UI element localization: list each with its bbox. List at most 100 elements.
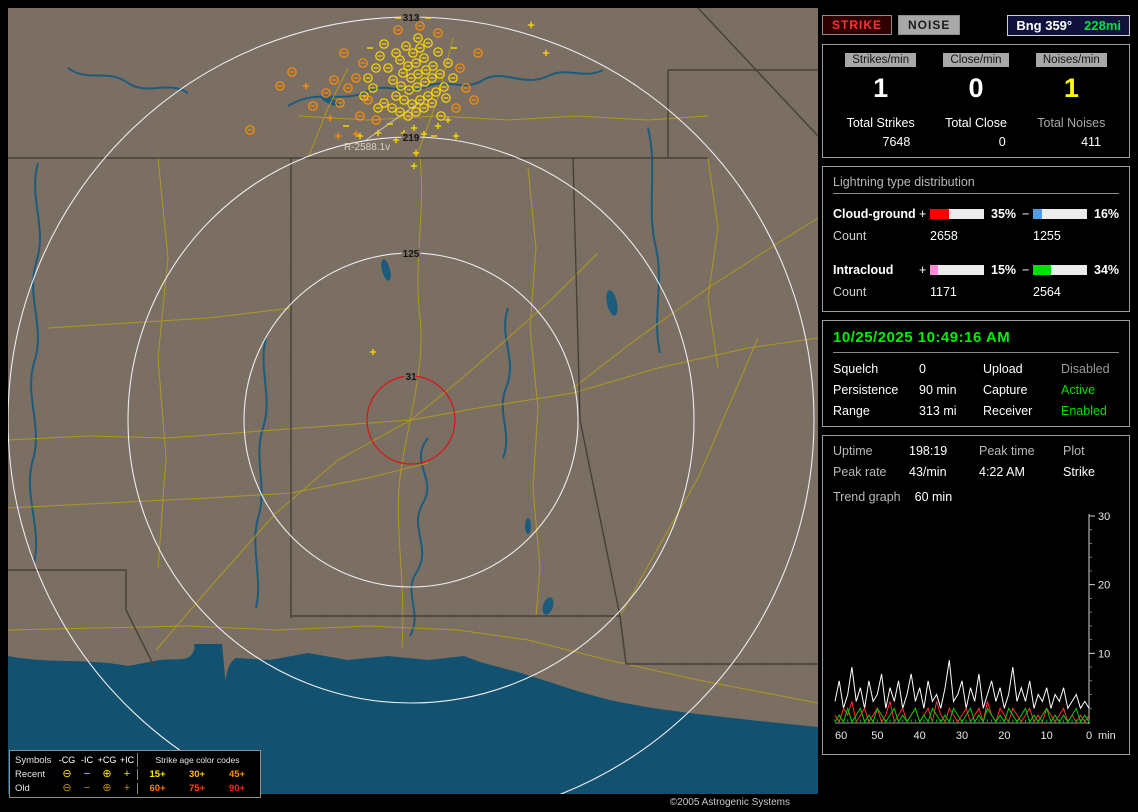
svg-text:30: 30	[1098, 511, 1110, 523]
close-per-min-chip[interactable]: Close/min	[943, 53, 1009, 67]
age-75: 75+	[188, 782, 206, 794]
ic-neg-recent-icon: −	[83, 768, 91, 780]
noises-per-min-chip[interactable]: Noises/min	[1035, 53, 1107, 67]
cg-positive-count: 2658	[930, 229, 958, 243]
total-close-value: 0	[998, 135, 1006, 149]
close-per-min-value: 0	[968, 73, 984, 103]
total-close-label: Total Close	[945, 116, 1007, 130]
cloud-ground-label: Cloud-ground	[833, 207, 916, 221]
peak-rate-value: 43/min	[909, 465, 947, 479]
legend-row-recent: Recent	[15, 768, 46, 780]
strikes-per-min-chip[interactable]: Strikes/min	[845, 53, 917, 67]
noises-per-min-value: 1	[1063, 73, 1079, 103]
capture-label: Capture	[983, 383, 1028, 397]
ic-positive-pct: 15%	[991, 263, 1017, 277]
capture-status: Active	[1061, 383, 1096, 397]
noise-mode-button[interactable]: NOISE	[898, 15, 961, 35]
svg-text:20: 20	[998, 730, 1010, 742]
plot-value: Strike	[1063, 465, 1095, 479]
count-label: Count	[833, 285, 867, 299]
total-noises-label: Total Noises	[1037, 116, 1106, 130]
trend-window-value: 60 min	[914, 490, 953, 504]
upload-status: Disabled	[1061, 362, 1110, 376]
legend-symbols-title: Symbols	[15, 754, 52, 766]
persistence-label: Persistence	[833, 383, 899, 397]
svg-text:10: 10	[1041, 730, 1053, 742]
cg-negative-count: 1255	[1033, 229, 1061, 243]
upload-label: Upload	[983, 362, 1023, 376]
map-legend: Symbols -CG -IC +CG +IC Strike age color…	[9, 750, 261, 798]
total-strikes-label: Total Strikes	[846, 116, 915, 130]
ic-negative-pct: 34%	[1094, 263, 1120, 277]
svg-text:0: 0	[1086, 730, 1092, 742]
svg-text:10: 10	[1098, 648, 1110, 660]
plus-sign: +	[919, 207, 927, 221]
legend-col-cg-neg: -CG	[58, 755, 76, 765]
range-value: 228mi	[1084, 17, 1121, 33]
ic-positive-count: 1171	[930, 285, 957, 299]
status-panel: Uptime 198:19 Peak time Plot Peak rate 4…	[822, 435, 1130, 755]
count-label: Count	[833, 229, 867, 243]
intracloud-label: Intracloud	[833, 263, 894, 277]
svg-text:31: 31	[405, 372, 417, 383]
squelch-value: 0	[919, 362, 926, 376]
side-panel: STRIKE NOISE Bng 359° 228mi Strikes/min …	[822, 0, 1130, 755]
svg-text:min: min	[1098, 730, 1116, 742]
bearing-range-display: Bng 359° 228mi	[1007, 14, 1130, 36]
age-90: 90+	[228, 782, 246, 794]
total-strikes-value: 7648	[882, 135, 911, 149]
ic-neg-old-icon: −	[83, 782, 91, 794]
svg-text:40: 40	[914, 730, 926, 742]
cg-pos-recent-icon: ⊕	[102, 768, 112, 780]
ic-positive-bar	[930, 265, 984, 275]
legend-row-old: Old	[15, 782, 30, 794]
peak-time-value: 4:22 AM	[979, 465, 1025, 479]
cg-positive-pct: 35%	[991, 207, 1017, 221]
receiver-status: Enabled	[1061, 404, 1107, 418]
cg-neg-old-icon: ⊖	[62, 782, 72, 794]
svg-text:30: 30	[956, 730, 968, 742]
strike-mode-button[interactable]: STRIKE	[822, 15, 893, 35]
settings-panel: 10/25/2025 10:49:16 AM Squelch 0 Upload …	[822, 320, 1130, 427]
mode-toolbar: STRIKE NOISE Bng 359° 228mi	[822, 14, 1130, 36]
legend-col-ic-neg: -IC	[81, 755, 93, 765]
strikes-per-min-value: 1	[873, 73, 889, 103]
copyright-text: ©2005 Astrogenic Systems	[669, 797, 790, 808]
legend-col-ic-pos: +IC	[119, 755, 135, 765]
minus-sign: −	[1022, 207, 1030, 221]
storm-cell-label: R-2588.1v	[344, 142, 390, 153]
range-setting-value: 313 mi	[919, 404, 957, 418]
peak-time-label: Peak time	[979, 444, 1035, 458]
datetime-display: 10/25/2025 10:49:16 AM	[833, 329, 1119, 353]
trend-graph: 10 20 30 60 50 40 30 20 10 0 min	[834, 511, 1116, 742]
svg-text:313: 313	[403, 13, 420, 24]
ic-negative-count: 2564	[1033, 285, 1061, 299]
age-15: 15+	[137, 768, 177, 780]
age-30: 30+	[188, 768, 206, 780]
cg-negative-bar	[1033, 209, 1087, 219]
bearing-value: Bng 359°	[1016, 17, 1073, 33]
plus-sign: +	[919, 263, 927, 277]
receiver-label: Receiver	[983, 404, 1033, 418]
svg-text:50: 50	[871, 730, 883, 742]
svg-text:20: 20	[1098, 580, 1110, 592]
rates-panel: Strikes/min Close/min Noises/min 1 0 1 T…	[822, 44, 1130, 158]
ic-negative-bar	[1033, 265, 1087, 275]
ic-pos-recent-icon: +	[123, 768, 131, 780]
minus-sign: −	[1022, 263, 1030, 277]
range-label: Range	[833, 404, 870, 418]
cg-neg-recent-icon: ⊖	[62, 768, 72, 780]
uptime-label: Uptime	[833, 444, 873, 458]
peak-rate-label: Peak rate	[833, 465, 887, 479]
distribution-panel: Lightning type distribution Cloud-ground…	[822, 166, 1130, 312]
total-noises-value: 411	[1081, 135, 1101, 149]
lightning-map-viewport[interactable]: R-2588.1v 313 219 125 31 Symbols -CG -IC +C…	[8, 8, 818, 808]
persistence-value: 90 min	[919, 383, 957, 397]
age-45: 45+	[228, 768, 246, 780]
trend-graph-label: Trend graph	[833, 490, 901, 504]
lightning-map[interactable]: R-2588.1v 313 219 125 31	[8, 8, 818, 794]
age-60: 60+	[137, 782, 177, 794]
ic-pos-old-icon: +	[123, 782, 131, 794]
uptime-value: 198:19	[909, 444, 948, 458]
squelch-label: Squelch	[833, 362, 879, 376]
